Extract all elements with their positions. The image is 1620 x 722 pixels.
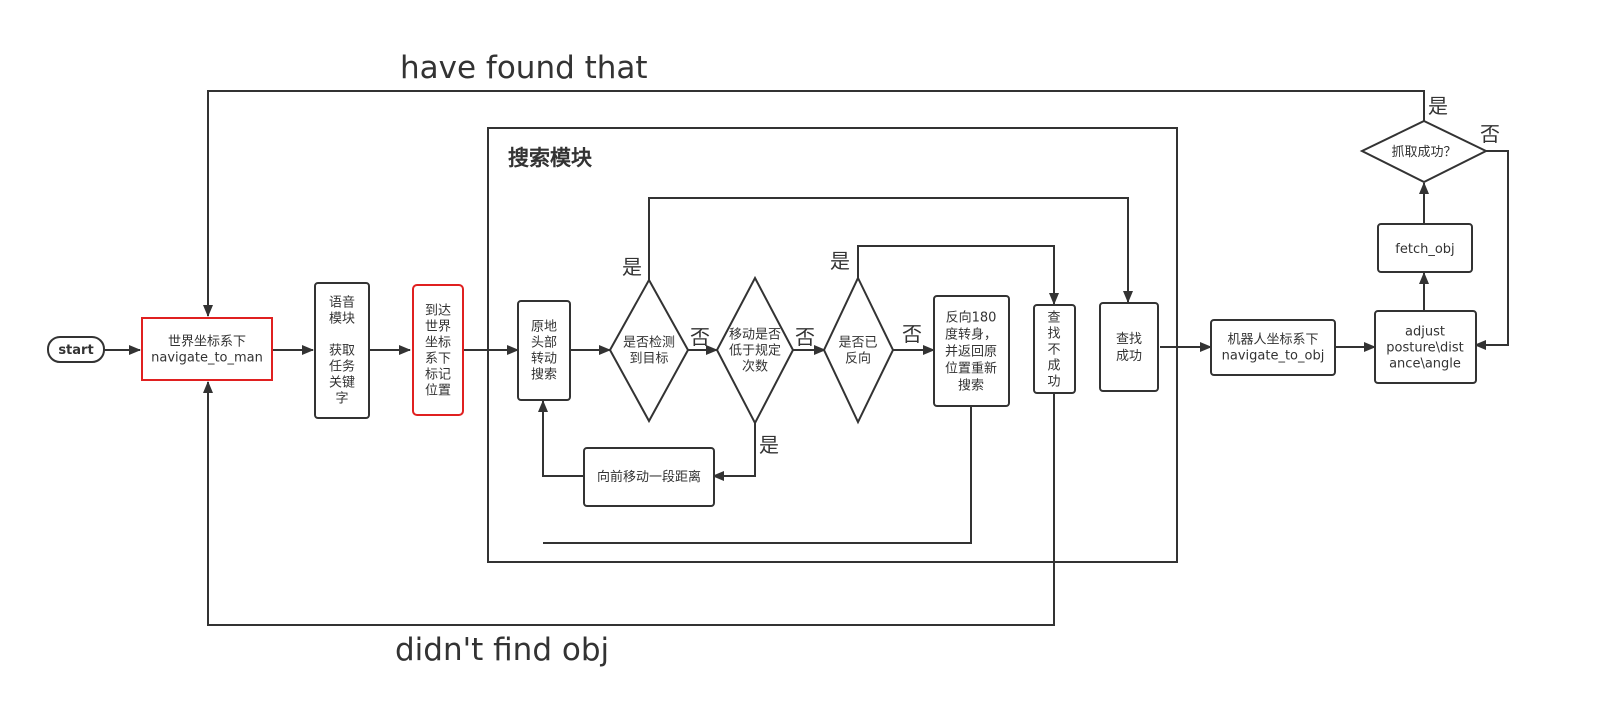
arrive-line: 系下 <box>425 352 451 367</box>
detect-line: 到目标 <box>629 352 668 367</box>
voice-line: 关键 <box>329 376 355 391</box>
fail-line: 不 <box>1047 343 1060 358</box>
grab-success-label: 抓取成功？ <box>1391 145 1456 160</box>
success-line: 查找 <box>1116 332 1142 347</box>
navigate-world-node: 世界坐标系下 navigate_to_man <box>141 317 273 381</box>
reversed-line: 是否已 <box>838 336 877 351</box>
grab-yes-label: 是 <box>1428 94 1448 118</box>
fail-line: 成 <box>1047 359 1060 374</box>
arrive-node: 到达世界坐标系下标记位置 <box>412 284 464 416</box>
start-node: start <box>47 336 105 363</box>
voice-module-node: 语音模块获取任务关键字 <box>314 282 370 419</box>
voice-line: 获取 <box>329 344 355 359</box>
arrive-line: 世界 <box>425 320 451 335</box>
navigate-world-line: navigate_to_man <box>151 351 263 366</box>
move-check-line: 次数 <box>742 359 768 375</box>
rotate-search-node: 原地头部转动搜索 <box>517 300 571 401</box>
arrow-forward-to-rotate <box>538 400 584 477</box>
arrow-grab-yes-to-navigate <box>203 90 1425 317</box>
reversed-yes-label: 是 <box>830 249 850 273</box>
reverse-turn-line: 搜索 <box>958 379 984 394</box>
reverse-turn-line: 反向180 <box>946 310 997 326</box>
reverse-turn-node: 反向180 度转身， 并返回原位置重新搜索 <box>933 295 1010 407</box>
voice-label: 语音模块获取任务关键字 <box>329 295 355 407</box>
arrive-line: 到达 <box>425 304 451 319</box>
move-check-line: 移动是否 <box>729 328 781 343</box>
flowchart: 搜索模块 start 世界坐标系下 navigate_to_man 语音模块获取任… <box>47 50 1509 668</box>
reversed-decision: 是否已反向 <box>822 275 895 425</box>
rotate-line: 搜索 <box>531 368 557 383</box>
arrive-label: 到达世界坐标系下标记位置 <box>425 304 451 399</box>
rotate-label: 原地头部转动搜索 <box>531 320 557 383</box>
adjust-node: adjust posture\dist ance\angle <box>1374 310 1477 384</box>
rotate-line: 头部 <box>531 336 557 351</box>
grab-success-decision: 抓取成功？ <box>1359 119 1489 184</box>
voice-line: 任务 <box>329 359 355 375</box>
success-line: 成功 <box>1116 349 1142 364</box>
move-check-no-label: 否 <box>795 325 815 349</box>
reverse-turn-line: 位置重新 <box>945 361 997 377</box>
start-label: start <box>58 343 93 358</box>
adjust-line: adjust <box>1405 325 1445 340</box>
reversed-line: 反向 <box>845 351 871 367</box>
reverse-turn-line: 度转身， <box>945 327 997 343</box>
navigate-robot-node: 机器人坐标系下 navigate_to_obj <box>1210 319 1336 376</box>
fetch-obj-node: fetch_obj <box>1377 223 1473 273</box>
detect-line: 是否检测 <box>623 336 675 351</box>
voice-line: 模块 <box>329 312 355 327</box>
fail-line: 找 <box>1047 327 1060 342</box>
fail-label: 查找不成功 <box>1047 311 1060 390</box>
search-fail-node: 查找不成功 <box>1033 304 1076 394</box>
navigate-robot-line: navigate_to_obj <box>1222 349 1325 364</box>
arrow-grab-no-to-adjust <box>1474 150 1509 350</box>
rotate-line: 转动 <box>531 352 557 367</box>
arrive-line: 位置 <box>425 384 451 399</box>
adjust-line: ance\angle <box>1389 357 1461 372</box>
voice-line: 语音 <box>329 295 355 311</box>
move-forward-node: 向前移动一段距离 <box>583 447 715 507</box>
fetch-obj-label: fetch_obj <box>1395 242 1454 257</box>
fail-line: 查 <box>1047 311 1060 326</box>
reversed-no-label: 否 <box>902 322 922 346</box>
reverse-turn-line: 并返回原 <box>945 345 997 360</box>
detect-label: 是否检测到目标 <box>623 336 675 367</box>
adjust-line: posture\dist <box>1386 341 1464 356</box>
arrive-line: 坐标 <box>425 336 451 351</box>
navigate-world-line: 世界坐标系下 <box>168 335 246 350</box>
navigate-robot-line: 机器人坐标系下 <box>1227 333 1318 348</box>
move-check-decision: 移动是否低于规定次数 <box>715 275 795 426</box>
search-success-node: 查找成功 <box>1099 302 1159 392</box>
search-module-title: 搜索模块 <box>508 146 593 170</box>
move-check-yes-label: 是 <box>759 433 779 457</box>
arrow-detect-yes-to-success <box>648 197 1133 303</box>
detect-no-label: 否 <box>690 325 710 349</box>
arrive-line: 标记 <box>425 368 451 383</box>
detect-decision: 是否检测到目标 <box>608 277 690 424</box>
arrow-move-check-yes <box>712 423 756 481</box>
have-found-label: have found that <box>400 50 648 86</box>
detect-yes-label: 是 <box>622 255 642 279</box>
rotate-line: 原地 <box>531 320 557 335</box>
move-forward-label: 向前移动一段距离 <box>597 469 701 485</box>
navigate-robot-label: 机器人坐标系下 navigate_to_obj <box>1222 333 1325 364</box>
didnt-find-label: didn't find obj <box>395 632 609 668</box>
voice-line: 字 <box>335 392 348 407</box>
fail-line: 功 <box>1047 375 1060 390</box>
grab-no-label: 否 <box>1480 122 1500 146</box>
move-check-line: 低于规定 <box>729 344 781 359</box>
